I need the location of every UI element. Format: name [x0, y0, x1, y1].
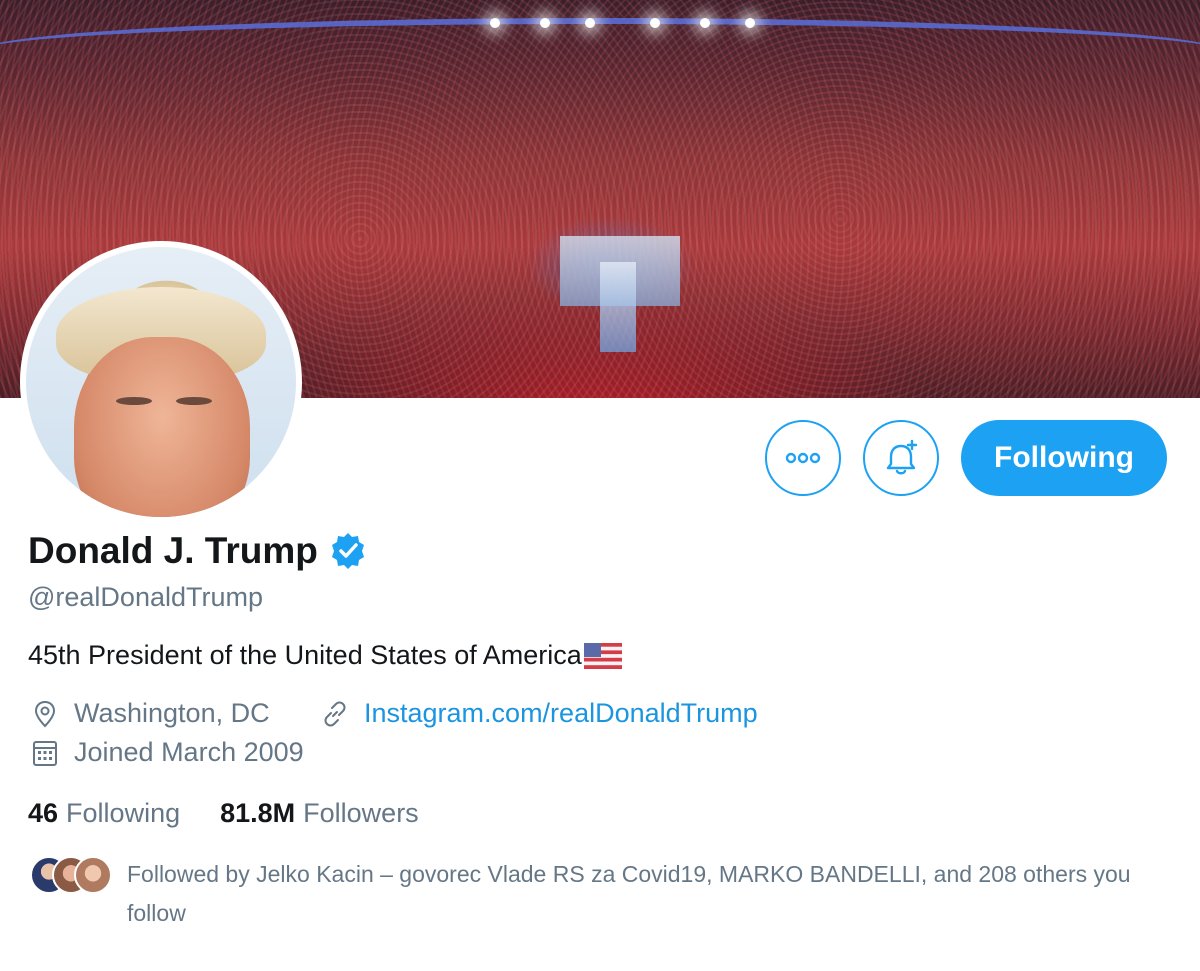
- followers-count: 81.8M: [220, 798, 296, 828]
- followers-label: Followers: [303, 798, 419, 828]
- bell-plus-icon: [886, 439, 918, 475]
- banner-light: [700, 18, 710, 28]
- profile-name-row: Donald J. Trump: [28, 530, 368, 572]
- us-flag-icon: [583, 642, 622, 669]
- banner-arena-ring: [0, 18, 1200, 84]
- followed-by-avatars[interactable]: [30, 856, 112, 894]
- profile-handle: @realDonaldTrump: [28, 582, 263, 612]
- following-stat[interactable]: 46 Following: [28, 798, 180, 829]
- followed-by-text[interactable]: Followed by Jelko Kacin – govorec Vlade …: [127, 855, 1167, 933]
- following-count: 46: [28, 798, 59, 828]
- avatar-eye: [116, 397, 152, 405]
- avatar-photo: [26, 247, 296, 517]
- profile-bio-row: 45th President of the United States of A…: [28, 640, 622, 671]
- banner-light: [540, 18, 550, 28]
- banner-light: [490, 18, 500, 28]
- followers-stat[interactable]: 81.8M Followers: [220, 798, 419, 829]
- notifications-button[interactable]: [863, 420, 939, 496]
- profile-stats: 46 Following 81.8M Followers: [28, 798, 419, 829]
- verified-badge-icon: [331, 533, 364, 569]
- location-text: Washington, DC: [74, 698, 270, 728]
- link-icon: [324, 701, 346, 726]
- more-options-button[interactable]: [765, 420, 841, 496]
- banner-light: [585, 18, 595, 28]
- banner-light: [745, 18, 755, 28]
- more-icon: [785, 452, 821, 464]
- avatar-skin: [74, 337, 250, 517]
- profile-avatar[interactable]: [20, 241, 302, 523]
- following-button[interactable]: Following: [961, 420, 1167, 496]
- banner-runway: [600, 262, 636, 352]
- following-label: Following: [66, 798, 181, 828]
- profile-joined: Joined March 2009: [30, 737, 304, 768]
- avatar-eye: [176, 397, 212, 405]
- location-pin-icon: [34, 700, 56, 727]
- profile-location: Washington, DC: [30, 698, 270, 729]
- calendar-icon: [33, 740, 57, 766]
- follower-avatar: [74, 856, 112, 894]
- joined-text: Joined March 2009: [74, 737, 304, 767]
- profile-bio: 45th President of the United States of A…: [28, 640, 582, 670]
- banner-light: [650, 18, 660, 28]
- profile-name: Donald J. Trump: [28, 530, 318, 571]
- website-link[interactable]: Instagram.com/realDonaldTrump: [364, 698, 758, 729]
- profile-website[interactable]: Instagram.com/realDonaldTrump: [320, 698, 758, 729]
